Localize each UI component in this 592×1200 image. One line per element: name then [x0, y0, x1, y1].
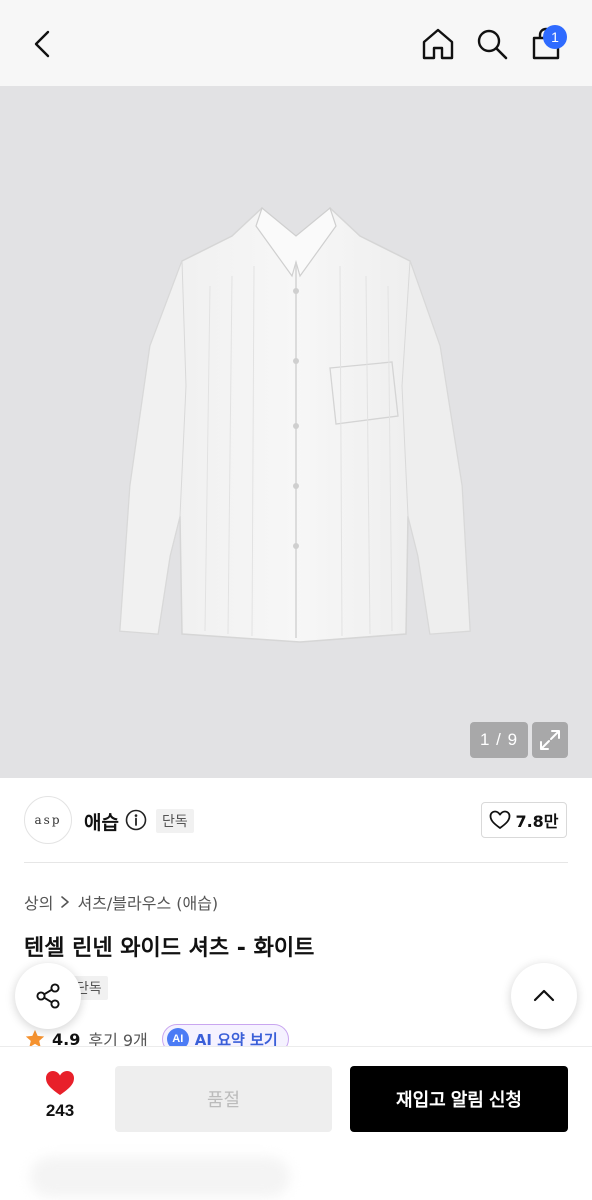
brand-like-button[interactable]: 7.8만	[481, 802, 567, 838]
breadcrumb: 상의 셔츠/블라우스 (애습)	[24, 890, 218, 914]
soldout-button[interactable]: 품절	[115, 1066, 332, 1132]
breadcrumb-subcategory[interactable]: 셔츠/블라우스 (애습)	[77, 890, 218, 914]
scroll-top-button[interactable]	[511, 963, 577, 1029]
share-icon	[36, 983, 60, 1009]
home-indicator-area	[30, 1157, 290, 1197]
heart-filled-icon	[46, 1071, 74, 1095]
bottom-action-bar: 243 품절 재입고 알림 신청	[0, 1046, 592, 1200]
home-icon	[422, 28, 454, 60]
wishlist-button[interactable]: 243	[24, 1069, 96, 1125]
info-icon[interactable]	[125, 809, 147, 831]
product-image-gallery[interactable]: 1 / 9	[0, 86, 592, 778]
top-app-bar: 1	[0, 0, 592, 86]
brand-logo[interactable]: asp	[24, 796, 72, 844]
product-photo-shirt	[119, 206, 471, 643]
chevron-left-icon	[34, 30, 50, 58]
chevron-right-icon	[61, 896, 70, 908]
heart-outline-icon	[490, 810, 511, 829]
product-title: 텐셀 린넨 와이드 셔츠 - 화이트	[24, 936, 315, 961]
chevron-up-icon	[533, 989, 555, 1002]
fullscreen-button[interactable]	[532, 722, 568, 758]
restock-alert-button[interactable]: 재입고 알림 신청	[350, 1066, 568, 1132]
divider	[24, 862, 568, 863]
brand-name[interactable]: 애습	[84, 808, 119, 835]
breadcrumb-category[interactable]: 상의	[24, 890, 53, 914]
search-button[interactable]	[474, 26, 510, 62]
share-button[interactable]	[15, 963, 81, 1029]
brand-row: asp 애습 단독 7.8만	[0, 778, 592, 864]
search-icon	[477, 29, 508, 60]
expand-icon	[540, 730, 560, 750]
image-counter: 1 / 9	[470, 722, 528, 758]
wishlist-count: 243	[45, 1101, 75, 1120]
back-button[interactable]	[26, 26, 62, 62]
exclusive-tag: 단독	[156, 809, 194, 833]
cart-count-badge: 1	[543, 25, 567, 49]
brand-like-count: 7.8만	[515, 812, 559, 831]
home-button[interactable]	[420, 26, 456, 62]
